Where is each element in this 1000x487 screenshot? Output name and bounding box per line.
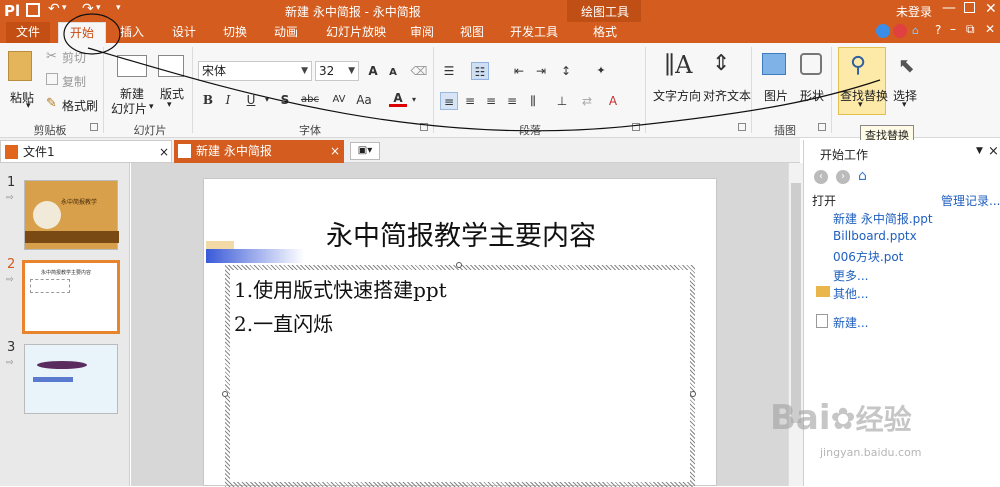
thumb-decoration	[33, 201, 61, 229]
new-document-link[interactable]: 新建...	[833, 314, 868, 331]
close-icon[interactable]: ×	[159, 141, 169, 163]
resize-handle[interactable]	[690, 391, 696, 397]
folder-icon	[816, 286, 830, 297]
thumb-title: 永中简报教学	[61, 199, 98, 206]
watermark-url: jingyan.baidu.com	[820, 446, 922, 459]
chevron-down-icon[interactable]: ▼	[976, 146, 983, 156]
other-files-link[interactable]: 其他...	[833, 285, 868, 302]
close-icon[interactable]: ×	[988, 144, 999, 159]
slide-transition-icon: ⇨	[6, 358, 14, 368]
slide-thumbnail-2[interactable]: 永中简报教学主要内容	[22, 260, 120, 334]
ppt-file-icon	[178, 144, 191, 158]
scrollbar-thumb[interactable]	[791, 183, 801, 423]
content-placeholder-frame[interactable]: 1.使用版式快速搭建ppt 2.一直闪烁	[225, 265, 695, 487]
recent-file-link[interactable]: 新建 永中简报.ppt	[833, 210, 933, 227]
new-doc-tab-button[interactable]: ▣▾	[350, 142, 380, 160]
recent-file-link[interactable]: Billboard.pptx	[833, 229, 917, 243]
slide-number: 2	[7, 257, 16, 272]
content-item[interactable]: 1.使用版式快速搭建ppt	[234, 274, 447, 303]
annotation-arrow-line	[87, 47, 881, 132]
current-slide[interactable]: 永中简报教学主要内容 1.使用版式快速搭建ppt 2.一直闪烁	[203, 178, 718, 487]
close-icon[interactable]: ×	[330, 140, 340, 162]
recent-file-link[interactable]: 006方块.pot	[833, 248, 903, 265]
slide-thumbnail-1[interactable]: 永中简报教学	[24, 180, 119, 250]
new-document-icon	[816, 314, 828, 328]
resize-handle[interactable]	[456, 262, 462, 268]
thumb-band	[25, 231, 119, 243]
slide-number: 3	[7, 340, 16, 355]
thumb-textbox	[30, 279, 70, 293]
open-section-label: 打开	[812, 194, 837, 208]
document-tab-bar: 文件1 × 新建 永中简报 × ▣▾	[0, 138, 800, 163]
slide-transition-icon: ⇨	[6, 193, 14, 203]
content-item[interactable]: 2.一直闪烁	[234, 308, 333, 337]
thumb-shape	[37, 361, 87, 369]
task-pane-title: 开始工作	[820, 148, 869, 162]
doc-tab-label: 新建 永中简报	[196, 144, 272, 158]
doc-tab-1[interactable]: 文件1 ×	[0, 140, 172, 163]
slide-decoration-bar	[206, 249, 304, 263]
slide-title[interactable]: 永中简报教学主要内容	[204, 214, 718, 253]
forward-icon[interactable]: ›	[836, 170, 850, 184]
home-icon[interactable]: ⌂	[858, 168, 867, 184]
slide-number: 1	[7, 175, 16, 190]
annotation-circle	[63, 13, 121, 55]
watermark-brand-text: Bai	[770, 398, 831, 438]
watermark-brand: Bai✿经验	[770, 398, 912, 438]
back-icon[interactable]: ‹	[814, 170, 828, 184]
doc-tab-label: 文件1	[23, 145, 55, 159]
slide-thumbnail-3[interactable]	[24, 344, 118, 414]
more-files-link[interactable]: 更多...	[833, 267, 868, 284]
doc-tab-2[interactable]: 新建 永中简报 ×	[174, 140, 344, 163]
thumb-arrow	[33, 377, 73, 382]
slide-transition-icon: ⇨	[6, 275, 14, 285]
ppt-file-icon	[5, 145, 18, 159]
watermark-brand-suffix: 经验	[855, 403, 912, 436]
manage-records-link[interactable]: 管理记录...	[941, 192, 1000, 209]
slide-thumbnail-panel: 1 ⇨ 永中简报教学 2 ⇨ 永中简报教学主要内容 3 ⇨	[0, 163, 130, 486]
resize-handle[interactable]	[222, 391, 228, 397]
paw-icon: ✿	[830, 402, 856, 437]
thumb-title: 永中简报教学主要内容	[41, 270, 92, 276]
